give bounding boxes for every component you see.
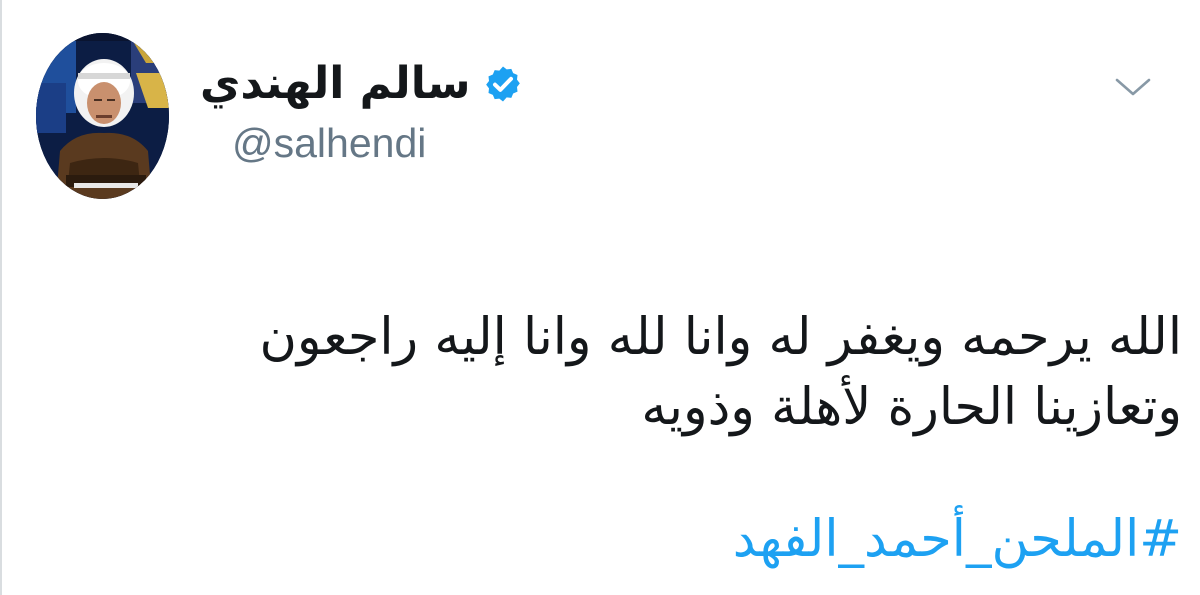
avatar[interactable] xyxy=(36,33,169,199)
tweet-text-line: وتعازينا الحارة لأهلة وذويه xyxy=(641,378,1182,437)
author-handle[interactable]: @salhendi xyxy=(232,120,426,167)
card-border xyxy=(0,0,2,595)
verified-badge-icon xyxy=(485,66,520,102)
tweet-card: سالم الهندي @salhendi الله يرحمه ويغفر ل… xyxy=(0,0,1200,595)
tweet-text: الله يرحمه ويغفر له وانا لله وانا إليه ر… xyxy=(62,303,1182,443)
profile-photo xyxy=(36,33,169,199)
chevron-down-icon[interactable] xyxy=(1113,72,1153,102)
tweet-text-line: الله يرحمه ويغفر له وانا لله وانا إليه ر… xyxy=(259,308,1182,367)
author-display-name: سالم الهندي xyxy=(200,58,471,109)
author-name-row[interactable]: سالم الهندي xyxy=(200,52,560,116)
hashtag-link[interactable]: #الملحن_أحمد_الفهد xyxy=(733,505,1182,575)
